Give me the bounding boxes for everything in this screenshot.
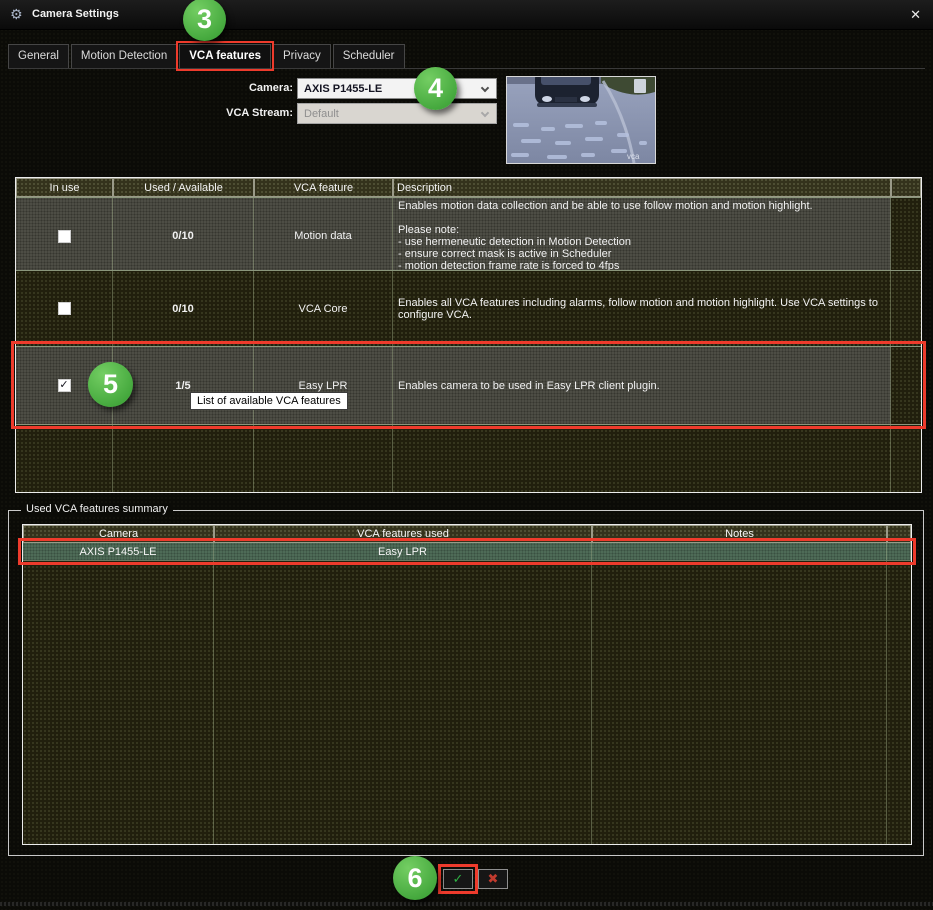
col-header-vca-feature: VCA feature [254,178,393,197]
used-vca-features-summary-group: Used VCA features summary Camera VCA fea… [8,510,924,856]
feature-description: Enables motion data collection and be ab… [398,200,813,272]
vca-feature-name: VCA Core [254,271,393,346]
summary-table-header: Camera VCA features used Notes [23,525,911,543]
row-spacer [891,198,921,274]
window-bottom-edge [0,902,933,906]
camera-preview-scene: vca [507,77,655,163]
group-label: Used VCA features summary [21,503,173,515]
gear-icon: ⚙ [10,6,23,22]
camera-label: Camera: [180,82,293,94]
vca-table-header: In use Used / Available VCA feature Desc… [16,178,921,197]
annotation-step-4: 4 [414,67,457,110]
summary-empty-area [23,560,911,844]
tooltip: List of available VCA features [190,392,348,410]
window-title: Camera Settings [32,8,119,20]
summary-notes-value [592,543,887,560]
vca-stream-select: Default [297,103,497,124]
col-header-vca-features-used: VCA features used [214,525,592,543]
close-icon[interactable]: ✕ [910,7,921,23]
vca-stream-label: VCA Stream: [165,107,293,119]
in-use-checkbox-checked[interactable]: ✓ [58,379,71,392]
camera-settings-dialog: ⚙ Camera Settings ✕ 3 General Motion Det… [0,0,933,910]
used-available-value: 1/5 [113,347,254,424]
col-header-description: Description [393,178,891,197]
summary-row-axis-p1455-le[interactable]: AXIS P1455-LE Easy LPR [23,543,911,560]
camera-select-value: AXIS P1455-LE [304,83,382,95]
table-empty-area [16,424,921,492]
vca-feature-name: Easy LPR [254,347,393,424]
annotation-step-5: 5 [88,362,133,407]
summary-row-spacer [887,543,911,560]
chevron-down-icon[interactable] [481,84,489,92]
tab-general[interactable]: General [8,44,69,68]
summary-table: Camera VCA features used Notes AXIS P145… [22,524,912,845]
feature-description: Enables all VCA features including alarm… [398,297,885,321]
vca-features-table: In use Used / Available VCA feature Desc… [15,177,922,493]
chevron-down-icon [481,109,489,117]
col-header-spacer [887,525,911,543]
summary-camera-value: AXIS P1455-LE [23,543,214,560]
used-available-value: 0/10 [113,198,254,274]
row-spacer [891,347,921,424]
tab-scheduler[interactable]: Scheduler [333,44,405,68]
ok-button[interactable]: ✓ [443,869,473,889]
car-shape [535,77,599,107]
annotation-step-3: 3 [183,0,226,41]
feature-description: Enables camera to be used in Easy LPR cl… [398,380,660,392]
cancel-button[interactable]: ✖ [478,869,508,889]
tab-vca-features[interactable]: VCA features [179,44,271,68]
camera-preview-image: vca [506,76,656,164]
tab-bar-divider [8,68,925,69]
col-header-notes: Notes [592,525,887,543]
tab-motion-detection[interactable]: Motion Detection [71,44,177,68]
col-header-used-available: Used / Available [113,178,254,197]
table-row-easy-lpr[interactable]: ✓ 1/5 Easy LPR Enables camera to be used… [16,346,921,424]
in-use-checkbox[interactable] [58,302,71,315]
title-bar: ⚙ Camera Settings ✕ [0,0,933,30]
tab-privacy[interactable]: Privacy [273,44,331,68]
vca-feature-name: Motion data [254,198,393,274]
x-icon: ✖ [488,871,499,887]
col-header-in-use: In use [16,178,113,197]
annotation-step-6: 6 [393,856,437,900]
summary-features-value: Easy LPR [214,543,592,560]
preview-watermark: vca [627,152,640,161]
table-row-vca-core[interactable]: 0/10 VCA Core Enables all VCA features i… [16,270,921,346]
camera-select[interactable]: AXIS P1455-LE [297,78,497,99]
col-header-camera: Camera [23,525,214,543]
tab-bar: General Motion Detection VCA features Pr… [8,44,407,68]
table-row-motion-data[interactable]: 0/10 Motion data Enables motion data col… [16,197,921,270]
in-use-checkbox[interactable] [58,230,71,243]
vca-stream-select-value: Default [304,108,339,120]
row-spacer [891,271,921,346]
col-header-spacer [891,178,921,197]
check-icon: ✓ [453,871,464,887]
used-available-value: 0/10 [113,271,254,346]
